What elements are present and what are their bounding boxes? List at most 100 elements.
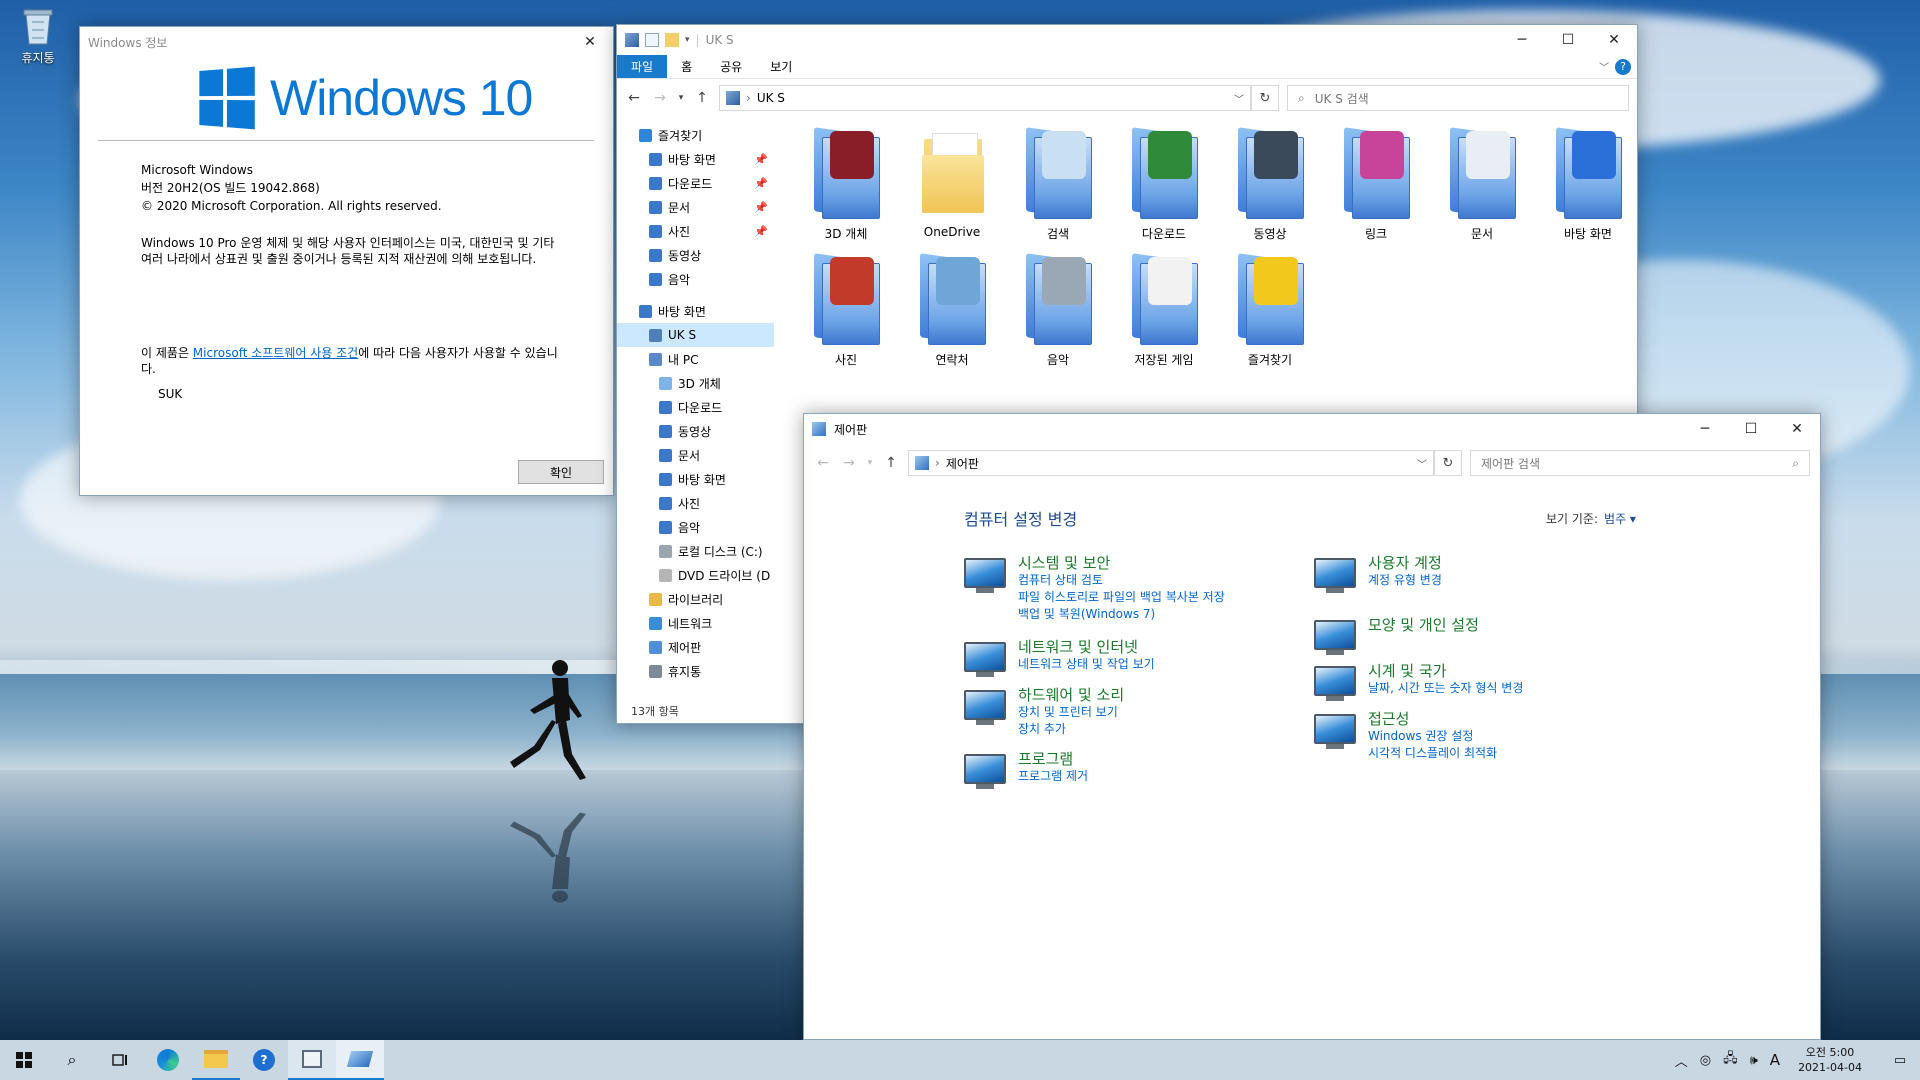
forward-arrow-icon[interactable]: →	[840, 455, 858, 471]
minimize-icon[interactable]: ─	[1682, 414, 1728, 444]
close-icon[interactable]: ✕	[1591, 25, 1637, 55]
folder-item[interactable]: 검색	[1005, 125, 1111, 243]
folder-item[interactable]: 바탕 화면	[1535, 125, 1641, 243]
up-arrow-icon[interactable]: ↑	[882, 455, 900, 471]
category-link[interactable]: 파일 히스토리로 파일의 백업 복사본 저장	[1018, 589, 1225, 606]
category-link[interactable]: 컴퓨터 상태 검토	[1018, 572, 1225, 589]
close-icon[interactable]: ✕	[1774, 414, 1820, 444]
properties-icon[interactable]	[645, 33, 659, 47]
nav-item[interactable]: 동영상	[617, 243, 774, 267]
cpanel-titlebar[interactable]: 제어판 ─ ☐ ✕	[804, 414, 1820, 444]
license-terms-link[interactable]: Microsoft 소프트웨어 사용 조건	[193, 346, 358, 360]
minimize-icon[interactable]: ─	[1499, 25, 1545, 55]
pin-icon[interactable]: 📌	[754, 177, 768, 190]
pin-icon[interactable]: 📌	[754, 225, 768, 238]
folder-item[interactable]: 다운로드	[1111, 125, 1217, 243]
category-title[interactable]: 프로그램	[1018, 750, 1088, 768]
refresh-button[interactable]: ↻	[1434, 450, 1462, 476]
folder-item[interactable]: 링크	[1323, 125, 1429, 243]
nav-item[interactable]: 제어판	[617, 635, 774, 659]
nav-item[interactable]: 다운로드 📌	[617, 171, 774, 195]
category-link[interactable]: 백업 및 복원(Windows 7)	[1018, 606, 1225, 623]
category-link[interactable]: 장치 및 프린터 보기	[1018, 704, 1124, 721]
category-title[interactable]: 네트워크 및 인터넷	[1018, 638, 1155, 656]
folder-item[interactable]: OneDrive	[899, 125, 1005, 243]
nav-item[interactable]: 동영상	[617, 419, 774, 443]
address-dropdown-icon[interactable]: ﹀	[1417, 456, 1427, 471]
control-panel-taskbar-button[interactable]	[336, 1040, 384, 1080]
category-link[interactable]: 프로그램 제거	[1018, 768, 1088, 785]
nav-item[interactable]: 3D 개체	[617, 371, 774, 395]
tab-file[interactable]: 파일	[617, 55, 668, 78]
tab-share[interactable]: 공유	[706, 55, 756, 78]
volume-icon[interactable]: 🕪	[1750, 1053, 1758, 1068]
category-title[interactable]: 사용자 계정	[1368, 554, 1442, 572]
folder-item[interactable]: 동영상	[1217, 125, 1323, 243]
nav-item[interactable]: 다운로드	[617, 395, 774, 419]
folder-item[interactable]: 사진	[793, 251, 899, 369]
nav-item[interactable]: 사진 📌	[617, 219, 774, 243]
category-link[interactable]: 시각적 디스플레이 최적화	[1368, 745, 1497, 762]
edge-taskbar-button[interactable]	[144, 1040, 192, 1080]
folder-item[interactable]: 즐겨찾기	[1217, 251, 1323, 369]
category-title[interactable]: 시계 및 국가	[1368, 662, 1523, 680]
nav-item[interactable]: 로컬 디스크 (C:)	[617, 539, 774, 563]
folder-item[interactable]: 연락처	[899, 251, 1005, 369]
nav-item[interactable]: 바탕 화면	[617, 299, 774, 323]
search-taskbar-button[interactable]: ⌕	[48, 1040, 96, 1080]
help-taskbar-button[interactable]: ?	[240, 1040, 288, 1080]
about-titlebar[interactable]: Windows 정보 ✕	[80, 27, 613, 57]
ok-button[interactable]: 확인	[518, 460, 604, 484]
view-by-dropdown[interactable]: 범주 ▾	[1604, 510, 1636, 527]
pin-icon[interactable]: 📌	[754, 201, 768, 214]
tab-view[interactable]: 보기	[756, 55, 806, 78]
notification-center-icon[interactable]: ▭	[1880, 1040, 1920, 1080]
category-link[interactable]: 날짜, 시간 또는 숫자 형식 변경	[1368, 680, 1523, 697]
start-button[interactable]	[0, 1040, 48, 1080]
explorer-address-bar[interactable]: › UK S ﹀	[719, 85, 1251, 111]
refresh-button[interactable]: ↻	[1251, 85, 1279, 111]
category-link[interactable]: 네트워크 상태 및 작업 보기	[1018, 656, 1155, 673]
nav-item[interactable]: 내 PC	[617, 347, 774, 371]
folder-item[interactable]: 저장된 게임	[1111, 251, 1217, 369]
category-title[interactable]: 시스템 및 보안	[1018, 554, 1225, 572]
task-view-button[interactable]	[96, 1040, 144, 1080]
clock[interactable]: 오전 5:00 2021-04-04	[1792, 1045, 1868, 1075]
recent-locations-icon[interactable]: ▾	[866, 458, 874, 468]
pin-icon[interactable]: 📌	[754, 153, 768, 166]
ribbon-expand-icon[interactable]: ﹀	[1593, 55, 1615, 78]
forward-arrow-icon[interactable]: →	[651, 90, 669, 106]
ime-mode-indicator[interactable]: A	[1770, 1051, 1780, 1069]
system-info-taskbar-button[interactable]	[288, 1040, 336, 1080]
up-arrow-icon[interactable]: ↑	[693, 90, 711, 106]
nav-item[interactable]: 음악	[617, 267, 774, 291]
nav-item[interactable]: 문서 📌	[617, 195, 774, 219]
nav-item[interactable]: 문서	[617, 443, 774, 467]
folder-item[interactable]: 음악	[1005, 251, 1111, 369]
cpanel-search-box[interactable]: 제어판 검색 ⌕	[1470, 450, 1810, 476]
category-link[interactable]: Windows 권장 설정	[1368, 728, 1497, 745]
nav-item[interactable]: 사진	[617, 491, 774, 515]
nav-item[interactable]: 바탕 화면	[617, 467, 774, 491]
back-arrow-icon[interactable]: ←	[814, 455, 832, 471]
category-link[interactable]: 장치 추가	[1018, 721, 1124, 738]
category-title[interactable]: 하드웨어 및 소리	[1018, 686, 1124, 704]
maximize-icon[interactable]: ☐	[1545, 25, 1591, 55]
meet-now-icon[interactable]: ◎	[1700, 1053, 1711, 1068]
folder-item[interactable]: 문서	[1429, 125, 1535, 243]
explorer-search-box[interactable]: ⌕ UK S 검색	[1287, 85, 1629, 111]
tab-home[interactable]: 홈	[667, 55, 706, 78]
recent-locations-icon[interactable]: ▾	[677, 93, 685, 103]
chevron-up-icon[interactable]: ︿	[1675, 1051, 1688, 1070]
close-icon[interactable]: ✕	[567, 27, 613, 57]
nav-item[interactable]: 네트워크	[617, 611, 774, 635]
explorer-titlebar[interactable]: ▾ | UK S ─ ☐ ✕	[617, 25, 1637, 55]
address-dropdown-icon[interactable]: ﹀	[1234, 91, 1244, 106]
new-folder-icon[interactable]	[665, 33, 679, 47]
folder-item[interactable]: 3D 개체	[793, 125, 899, 243]
category-link[interactable]: 계정 유형 변경	[1368, 572, 1442, 589]
nav-item[interactable]: 즐겨찾기	[617, 123, 774, 147]
maximize-icon[interactable]: ☐	[1728, 414, 1774, 444]
nav-item[interactable]: DVD 드라이브 (D	[617, 563, 774, 587]
back-arrow-icon[interactable]: ←	[625, 90, 643, 106]
